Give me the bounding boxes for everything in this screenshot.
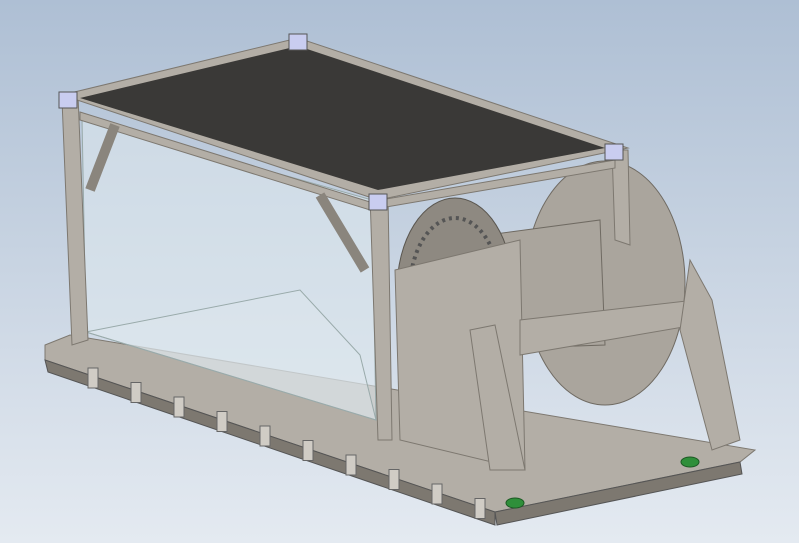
skid-gusset: [259, 425, 271, 447]
winch-skid-model: [0, 0, 799, 543]
corner-casting-1: [58, 91, 78, 109]
corner-casting-2: [288, 33, 308, 51]
skid-gusset: [216, 411, 228, 432]
latch-left: [505, 497, 525, 509]
skid-gusset: [474, 498, 486, 519]
skid-gusset: [302, 440, 314, 461]
latch-right: [680, 456, 700, 468]
corner-casting-4: [368, 193, 388, 211]
skid-gusset: [173, 396, 185, 418]
corner-casting-3: [604, 143, 624, 161]
skid-gusset: [87, 367, 99, 389]
skid-gusset: [388, 469, 400, 490]
skid-gusset: [130, 382, 142, 403]
skid-gusset: [431, 483, 443, 505]
cad-3d-viewport[interactable]: [0, 0, 799, 543]
skid-gusset: [345, 454, 357, 476]
